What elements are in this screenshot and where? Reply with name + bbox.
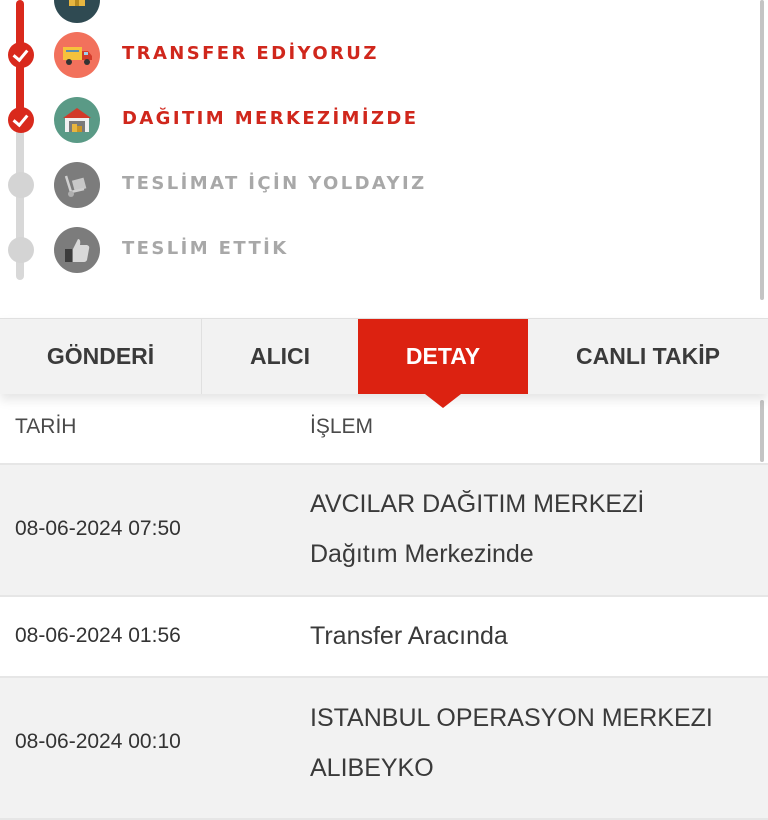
tab-alici[interactable]: ALICI <box>202 319 358 394</box>
thumbs-up-icon <box>54 227 100 273</box>
row-operation-location: ISTANBUL OPERASYON MERKEZI <box>310 704 713 732</box>
row-date: 08-06-2024 01:56 <box>15 624 181 647</box>
shipment-status-timeline: TRANSFER EDİYORUZ DAĞITIM MERKEZİMİZDE T… <box>0 0 768 318</box>
step-pending-dot <box>8 172 34 198</box>
scrollbar[interactable] <box>760 400 764 462</box>
row-date: 08-06-2024 07:50 <box>15 517 181 540</box>
truck-icon <box>54 32 100 78</box>
scrollbar[interactable] <box>760 0 764 300</box>
step-pending-dot <box>8 237 34 263</box>
step-label: TRANSFER EDİYORUZ <box>122 43 379 64</box>
tracking-history-table: TARİH İŞLEM 08-06-2024 07:50 AVCILAR DAĞ… <box>0 393 768 820</box>
tab-gonderi[interactable]: GÖNDERİ <box>0 319 202 394</box>
step-label: TESLİM ETTİK <box>122 238 289 259</box>
box-icon <box>54 0 100 23</box>
tab-detay[interactable]: DETAY <box>358 319 528 408</box>
timeline-step-transfer: TRANSFER EDİYORUZ <box>0 25 768 85</box>
table-header: TARİH İŞLEM <box>0 393 768 465</box>
row-operation-status: ALIBEYKO <box>310 754 434 782</box>
step-check-icon <box>8 42 34 68</box>
timeline-step-out-for-delivery: TESLİMAT İÇİN YOLDAYIZ <box>0 155 768 215</box>
row-date: 08-06-2024 00:10 <box>15 730 181 753</box>
row-operation-status: Dağıtım Merkezinde <box>310 540 534 568</box>
warehouse-icon <box>54 97 100 143</box>
timeline-step-delivered: TESLİM ETTİK <box>0 220 768 280</box>
header-date: TARİH <box>15 415 77 438</box>
detail-tabs: GÖNDERİ ALICI DETAY CANLI TAKİP <box>0 318 768 408</box>
step-label: TESLİMAT İÇİN YOLDAYIZ <box>122 173 427 194</box>
step-label: DAĞITIM MERKEZİMİZDE <box>122 108 419 129</box>
header-operation: İŞLEM <box>310 415 374 438</box>
table-row: 08-06-2024 01:56 Transfer Aracında <box>0 597 768 678</box>
table-row: 08-06-2024 00:10 ISTANBUL OPERASYON MERK… <box>0 678 768 820</box>
table-row: 08-06-2024 07:50 AVCILAR DAĞITIM MERKEZİ… <box>0 465 768 597</box>
timeline-step-distribution-center: DAĞITIM MERKEZİMİZDE <box>0 90 768 150</box>
step-check-icon <box>8 107 34 133</box>
row-operation-location: AVCILAR DAĞITIM MERKEZİ <box>310 490 645 518</box>
row-operation-status: Transfer Aracında <box>310 622 508 650</box>
hand-cart-icon <box>54 162 100 208</box>
tab-canli-takip[interactable]: CANLI TAKİP <box>528 319 768 394</box>
